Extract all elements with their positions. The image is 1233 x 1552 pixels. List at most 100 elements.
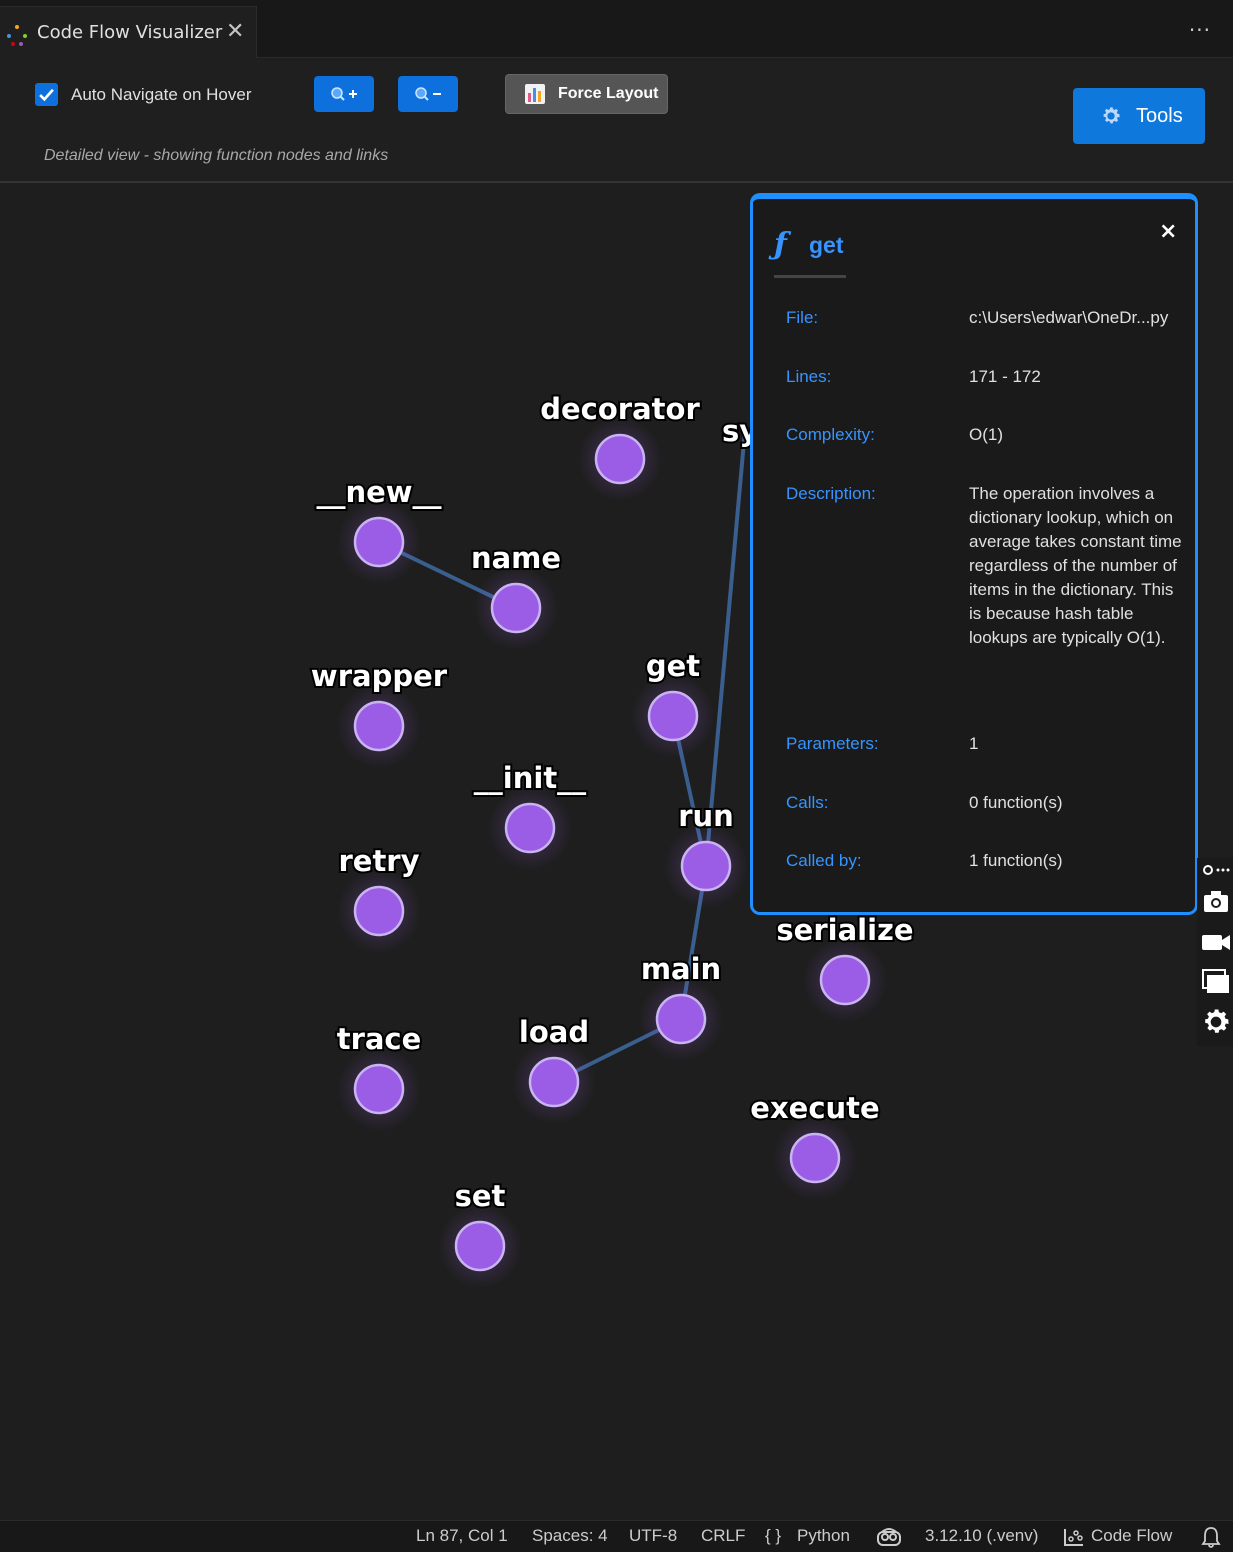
node-circle[interactable] (647, 690, 699, 742)
file-key: File: (786, 308, 819, 327)
function-info-panel: ƒ get × File: c:\Users\edwar\OneDr...py … (750, 193, 1198, 915)
camera-icon[interactable] (1200, 886, 1232, 918)
calls-key: Calls: (786, 793, 829, 812)
title-underline (774, 275, 846, 278)
zoom-in-icon (331, 87, 357, 101)
code-flow-status[interactable]: Code Flow (1091, 1526, 1172, 1546)
complexity-value: O(1) (969, 425, 1003, 444)
force-layout-button[interactable]: Force Layout (505, 74, 668, 114)
function-icon: ƒ (774, 227, 787, 262)
code-flow-status-icon (1064, 1529, 1083, 1546)
language-braces-icon: { } (765, 1526, 782, 1545)
bar-chart-icon (525, 84, 545, 104)
graph-node[interactable]: wrapper (309, 657, 450, 768)
zoom-out-button[interactable] (398, 76, 458, 112)
graph-node[interactable]: set (438, 1177, 522, 1288)
node-circle[interactable] (353, 885, 405, 937)
node-label: serialize (776, 913, 913, 947)
language-mode[interactable]: Python (797, 1526, 850, 1546)
called-by-value: 1 function(s) (969, 851, 1063, 870)
graph-node[interactable]: get (631, 647, 715, 758)
file-encoding[interactable]: UTF-8 (629, 1526, 677, 1546)
line-ending[interactable]: CRLF (701, 1526, 745, 1546)
graph-node[interactable]: run (664, 797, 748, 908)
calls-value: 0 function(s) (969, 793, 1063, 812)
node-circle[interactable] (594, 433, 646, 485)
gear-icon (1103, 107, 1120, 124)
more-actions-icon[interactable]: ··· (1189, 18, 1211, 42)
node-circle[interactable] (655, 993, 707, 1045)
graph-node[interactable]: name (469, 539, 563, 650)
lines-key: Lines: (786, 367, 832, 386)
tools-label: Tools (1136, 104, 1183, 127)
zoom-in-button[interactable] (314, 76, 374, 112)
node-circle[interactable] (819, 954, 871, 1006)
status-bar: Ln 87, Col 1 Spaces: 4 UTF-8 CRLF { } Py… (0, 1520, 1233, 1552)
file-value: c:\Users\edwar\OneDr...py (969, 308, 1169, 327)
view-subtitle: Detailed view - showing function nodes a… (44, 147, 389, 164)
node-label: __new__ (316, 475, 442, 509)
node-circle[interactable] (680, 840, 732, 892)
complexity-key: Complexity: (786, 425, 875, 444)
node-label: run (678, 799, 734, 833)
node-circle[interactable] (789, 1132, 841, 1184)
graph-node[interactable]: load (512, 1013, 596, 1124)
copilot-icon[interactable] (876, 1526, 902, 1548)
auto-navigate-checkbox[interactable] (35, 83, 58, 106)
description-key: Description: (786, 484, 876, 503)
function-name: get (809, 232, 844, 258)
settings-gear-icon[interactable] (1200, 1006, 1232, 1038)
graph-node[interactable]: __init__ (472, 759, 589, 870)
zoom-out-icon (415, 87, 441, 101)
node-label: wrapper (311, 659, 448, 693)
cursor-position[interactable]: Ln 87, Col 1 (416, 1526, 508, 1546)
indentation-setting[interactable]: Spaces: 4 (532, 1526, 608, 1546)
node-circle[interactable] (353, 700, 405, 752)
node-label: main (641, 952, 721, 986)
graph-node[interactable]: decorator (538, 390, 702, 501)
graph-node[interactable]: retry (336, 842, 422, 953)
graph-node[interactable]: __new__ (314, 473, 444, 584)
node-label: __init__ (474, 761, 587, 795)
node-label: trace (337, 1022, 422, 1056)
called-by-key: Called by: (786, 851, 862, 870)
node-circle[interactable] (353, 1063, 405, 1115)
capture-toolbar (1197, 858, 1233, 1046)
parameters-value: 1 (969, 734, 979, 753)
tab-code-flow-visualizer[interactable]: Code Flow Visualizer ✕ (0, 6, 257, 58)
node-label: set (455, 1179, 506, 1213)
node-label: decorator (540, 392, 700, 426)
close-panel-icon[interactable]: × (1159, 219, 1177, 244)
node-label: execute (750, 1091, 879, 1125)
graph-node[interactable]: execute (748, 1089, 882, 1200)
tab-title: Code Flow Visualizer (37, 22, 223, 43)
tab-bar: Code Flow Visualizer ✕ ··· (0, 0, 1233, 58)
windows-icon[interactable] (1200, 966, 1232, 998)
node-circle[interactable] (353, 516, 405, 568)
graph-node[interactable]: main (639, 950, 723, 1061)
video-camera-icon[interactable] (1200, 926, 1232, 958)
node-circle[interactable] (490, 582, 542, 634)
auto-navigate-toggle[interactable]: Auto Navigate on Hover (35, 83, 252, 106)
node-label: get (646, 649, 700, 683)
node-circle[interactable] (454, 1220, 506, 1272)
node-label: name (471, 541, 561, 575)
code-flow-logo-icon (7, 25, 27, 46)
visualizer-toolbar: Auto Navigate on Hover Force Layout Tool… (0, 59, 1233, 183)
auto-navigate-label: Auto Navigate on Hover (71, 84, 252, 104)
bell-icon[interactable] (1200, 1526, 1222, 1548)
node-label: retry (338, 844, 419, 878)
node-label: load (519, 1015, 589, 1049)
description-value: The operation involves a dictionary look… (969, 484, 1182, 647)
graph-node[interactable]: serialize (774, 911, 916, 1022)
node-circle[interactable] (528, 1056, 580, 1108)
node-circle[interactable] (504, 802, 556, 854)
graph-node[interactable]: trace (335, 1020, 423, 1131)
lines-value: 171 - 172 (969, 367, 1041, 386)
force-layout-label: Force Layout (558, 85, 659, 102)
link-more-icon[interactable] (1200, 860, 1232, 880)
parameters-key: Parameters: (786, 734, 879, 753)
tools-button[interactable]: Tools (1073, 88, 1205, 144)
python-interpreter[interactable]: 3.12.10 (.venv) (925, 1526, 1038, 1546)
tab-close-icon[interactable]: ✕ (226, 19, 244, 44)
